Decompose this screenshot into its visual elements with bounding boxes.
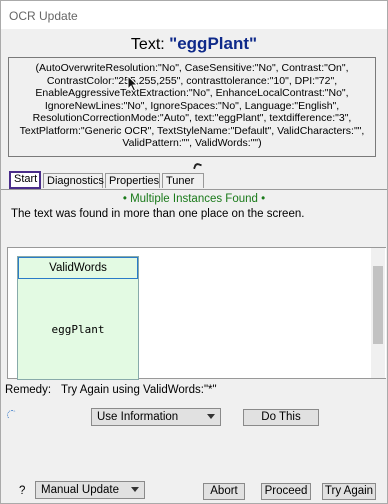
- card-header: ValidWords: [18, 257, 138, 279]
- tab-start[interactable]: Start: [9, 171, 41, 189]
- information-select[interactable]: Use Information: [91, 408, 221, 426]
- ocr-update-window: OCR Update Text: "eggPlant" (AutoOverwri…: [0, 0, 388, 504]
- tab-divider: [1, 189, 387, 190]
- param-line: ResolutionCorrectionMode:"Auto", text:"e…: [32, 112, 352, 124]
- param-line: (AutoOverwriteResolution:"No", CaseSensi…: [35, 62, 349, 74]
- information-select-value: Use Information: [97, 411, 179, 423]
- abort-button[interactable]: Abort: [203, 483, 245, 500]
- found-message: The text was found in more than one plac…: [11, 208, 305, 220]
- window-title: OCR Update: [9, 9, 78, 23]
- param-line: ContrastColor:"255,255,255", contrasttol…: [46, 74, 338, 87]
- param-line: EnableAggressiveTextExtraction:"No", Enh…: [35, 87, 349, 99]
- heading-prefix: Text:: [130, 36, 170, 53]
- tab-diagnostics[interactable]: Diagnostics: [43, 173, 104, 188]
- proceed-button[interactable]: Proceed: [261, 483, 311, 500]
- tab-properties[interactable]: Properties: [105, 173, 160, 188]
- param-line: IgnoreNewLines:"No", IgnoreSpaces:"No", …: [44, 99, 340, 112]
- tab-bar: Start Diagnostics Properties Tuner: [1, 169, 387, 189]
- multiple-instances-status: • Multiple Instances Found •: [122, 193, 266, 205]
- update-mode-select[interactable]: Manual Update: [35, 481, 145, 499]
- try-again-button[interactable]: Try Again: [322, 483, 376, 500]
- help-icon[interactable]: ?: [19, 485, 25, 497]
- text-heading: Text: "eggPlant": [1, 34, 387, 54]
- loading-spinner-icon: [7, 410, 17, 420]
- do-this-button[interactable]: Do This: [243, 409, 319, 426]
- chevron-down-icon: [131, 487, 139, 492]
- mouse-cursor-icon: [127, 75, 139, 92]
- parameters-box: (AutoOverwriteResolution:"No", CaseSensi…: [8, 57, 376, 157]
- chevron-down-icon: [207, 414, 215, 419]
- param-line: ValidPattern:"", ValidWords:""): [122, 137, 262, 149]
- validwords-card[interactable]: ValidWords eggPlant: [17, 256, 139, 380]
- title-bar: OCR Update: [1, 1, 387, 29]
- vertical-scrollbar[interactable]: [371, 248, 385, 378]
- remedy-label: Remedy:: [5, 384, 52, 396]
- param-line: TextPlatform:"Generic OCR", TextStyleNam…: [19, 124, 365, 137]
- tab-tuner[interactable]: Tuner: [162, 173, 204, 188]
- remedy-value: Try Again using ValidWords:"*": [61, 384, 217, 396]
- heading-text: "eggPlant": [169, 34, 258, 53]
- card-value: eggPlant: [51, 323, 105, 336]
- results-panel: ValidWords eggPlant: [7, 247, 386, 380]
- scrollbar-thumb[interactable]: [373, 266, 383, 344]
- update-mode-select-value: Manual Update: [41, 484, 119, 496]
